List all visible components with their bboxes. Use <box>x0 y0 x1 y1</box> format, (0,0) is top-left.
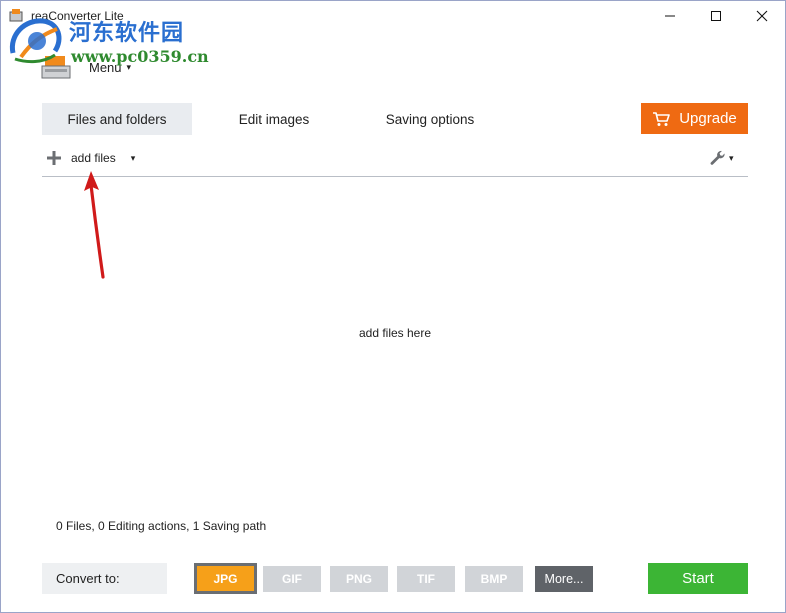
drop-hint: add files here <box>358 326 432 340</box>
convert-to-label: Convert to: <box>42 563 167 594</box>
title-bar: reaConverter Lite <box>1 1 785 31</box>
main-menu[interactable]: Menu ▾ <box>41 53 131 81</box>
cart-icon <box>653 111 671 126</box>
app-window: reaConverter Lite Menu ▾ 河东软件园 www.pc035… <box>0 0 786 613</box>
chevron-down-icon[interactable]: ▾ <box>131 153 136 164</box>
format-button-bmp[interactable]: BMP <box>465 566 523 592</box>
tab-saving-options[interactable]: Saving options <box>355 103 505 135</box>
upgrade-button[interactable]: Upgrade <box>641 103 748 134</box>
format-button-jpg[interactable]: JPG <box>194 563 257 594</box>
upgrade-label: Upgrade <box>679 110 737 127</box>
window-title: reaConverter Lite <box>31 9 124 23</box>
status-summary: 0 Files, 0 Editing actions, 1 Saving pat… <box>56 519 267 533</box>
start-button[interactable]: Start <box>648 563 748 594</box>
close-button[interactable] <box>739 1 785 31</box>
tools-menu-button[interactable]: ▾ <box>710 148 734 168</box>
maximize-icon <box>711 11 721 21</box>
minimize-button[interactable] <box>647 1 693 31</box>
wrench-icon <box>710 150 725 165</box>
add-files-button[interactable]: add files ▾ <box>47 148 135 168</box>
add-files-label: add files <box>71 151 116 165</box>
file-drop-area[interactable]: add files here <box>42 177 748 507</box>
tab-files-and-folders[interactable]: Files and folders <box>42 103 192 135</box>
chevron-down-icon: ▾ <box>126 61 132 72</box>
plus-icon <box>47 151 61 165</box>
close-icon <box>756 10 768 22</box>
more-formats-button[interactable]: More... <box>535 566 593 592</box>
format-button-tif[interactable]: TIF <box>397 566 455 592</box>
chevron-down-icon: ▾ <box>729 152 734 163</box>
format-button-gif[interactable]: GIF <box>263 566 321 592</box>
minimize-icon <box>665 15 675 17</box>
format-button-png[interactable]: PNG <box>330 566 388 592</box>
app-icon <box>9 9 23 22</box>
scanner-icon <box>41 56 71 79</box>
tab-edit-images[interactable]: Edit images <box>199 103 349 135</box>
annotation-arrow-icon <box>84 171 105 279</box>
maximize-button[interactable] <box>693 1 739 31</box>
menu-label: Menu <box>89 59 122 75</box>
